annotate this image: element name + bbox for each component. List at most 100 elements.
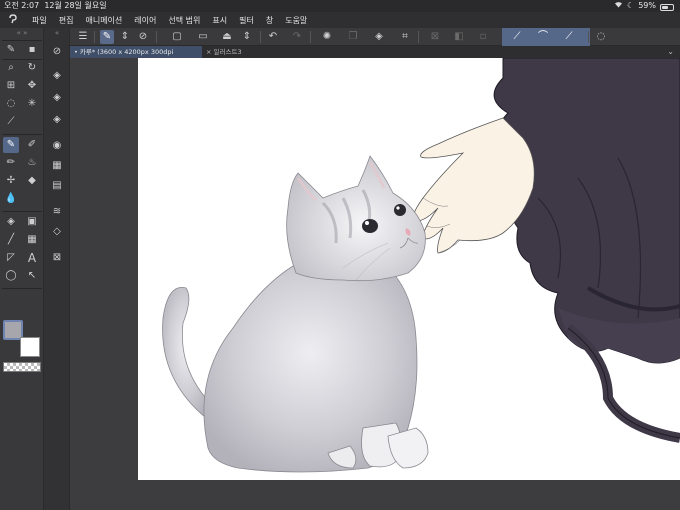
- menu-file[interactable]: 파일: [26, 15, 53, 26]
- brush-size-icon[interactable]: ▪: [24, 42, 40, 58]
- up-down-arrows-icon[interactable]: ⇕: [240, 30, 254, 44]
- menu-selection[interactable]: 선택 범위: [162, 15, 206, 26]
- hamburger-menu-icon[interactable]: ☰: [76, 30, 90, 44]
- brush-icon[interactable]: ✏: [3, 155, 19, 171]
- save-icon[interactable]: ⏏: [220, 30, 234, 44]
- menu-bar: 파일 편집 애니메이션 레이어 선택 범위 표시 필터 창 도움말: [0, 12, 680, 28]
- decoration-icon[interactable]: ✢: [3, 173, 19, 189]
- up-down-arrows-icon[interactable]: ⇕: [118, 30, 132, 44]
- status-time: 오전 2:07: [4, 1, 40, 10]
- toolbar-divider: [418, 31, 419, 43]
- toolbar-divider: [260, 31, 261, 43]
- move-layer-icon[interactable]: ⊞: [3, 78, 19, 94]
- moon-icon: ☾: [627, 1, 635, 10]
- fill-bucket-icon[interactable]: ◈: [49, 68, 65, 84]
- forbidden-icon[interactable]: ⊘: [136, 30, 150, 44]
- eraser-icon[interactable]: ◆: [24, 173, 40, 189]
- eyedropper-icon[interactable]: ⟋: [3, 114, 19, 130]
- navigator-icon[interactable]: ⊠: [49, 250, 65, 266]
- fill-bucket-icon[interactable]: ◈: [372, 30, 386, 44]
- lasso-select-icon[interactable]: ◌: [3, 96, 19, 112]
- stroke-straight-icon[interactable]: ⟋: [510, 30, 524, 44]
- battery-percent: 59%: [638, 1, 656, 10]
- menu-filter[interactable]: 필터: [233, 15, 260, 26]
- menu-edit[interactable]: 편집: [53, 15, 80, 26]
- collapse-arrows-icon[interactable]: « »: [2, 28, 42, 38]
- frame-icon[interactable]: ▦: [24, 232, 40, 248]
- loading-spinner-icon[interactable]: ✺: [320, 30, 334, 44]
- toolbar-divider: [310, 31, 311, 43]
- stroke-curve-icon[interactable]: ⌒: [536, 30, 550, 44]
- zoom-reset-icon[interactable]: ⊘: [49, 44, 65, 60]
- blend-icon[interactable]: 💧: [3, 191, 19, 207]
- panel-divider: [2, 40, 42, 41]
- wifi-icon: [614, 0, 623, 12]
- crop-icon[interactable]: ⌗: [398, 30, 412, 44]
- pen-icon[interactable]: ✎: [3, 42, 19, 58]
- menu-view[interactable]: 표시: [206, 15, 233, 26]
- color-history-icon[interactable]: ▤: [49, 178, 65, 194]
- color-wheel-icon[interactable]: ◉: [49, 138, 65, 154]
- status-time-date: 오전 2:07 12월 28일 월요일: [4, 0, 107, 12]
- copy-icon[interactable]: ❐: [346, 30, 360, 44]
- pen-tool-icon[interactable]: ✎: [3, 137, 19, 153]
- tab-document-active[interactable]: • 카루* (3600 x 4200px 300dpi 105.6%): [70, 46, 202, 68]
- gradient-icon[interactable]: ▣: [24, 214, 40, 230]
- tool-palette: « » ✎ ▪ ⌕ ↻ ⊞ ✥ ◌ ✳ ⟋ ✎ ✐ ✏ ♨ ✢ ◆ 💧 ◈ ▣ …: [0, 28, 44, 510]
- invert-selection-icon[interactable]: ◧: [452, 30, 466, 44]
- toolbar-divider: [94, 31, 95, 43]
- text-icon[interactable]: A: [24, 250, 40, 266]
- smart-help-icon[interactable]: ◌: [594, 30, 608, 44]
- panel-divider: [2, 288, 42, 289]
- undo-icon[interactable]: ↶: [266, 30, 280, 44]
- clear-selection-icon[interactable]: ⊠: [428, 30, 442, 44]
- new-file-icon[interactable]: ▢: [170, 30, 184, 44]
- sub-color-swatch[interactable]: [20, 337, 40, 357]
- document-tab-bar: • 카루* (3600 x 4200px 300dpi 105.6%) × 일러…: [70, 46, 680, 68]
- rotate-icon[interactable]: ↻: [24, 60, 40, 76]
- magic-wand-icon[interactable]: ✳: [24, 96, 40, 112]
- color-set-icon[interactable]: ▦: [49, 158, 65, 174]
- quick-access-icon[interactable]: ✎: [100, 30, 114, 44]
- menu-layer[interactable]: 레이어: [128, 15, 162, 26]
- drawing-canvas[interactable]: [138, 58, 680, 480]
- balloon-icon[interactable]: ◯: [3, 268, 19, 284]
- fill-icon[interactable]: ◈: [3, 214, 19, 230]
- airbrush-icon[interactable]: ♨: [24, 155, 40, 171]
- menu-help[interactable]: 도움말: [279, 15, 313, 26]
- redo-icon[interactable]: ↷: [290, 30, 304, 44]
- battery-icon: [660, 3, 674, 11]
- transparent-color-swatch[interactable]: [3, 362, 41, 372]
- tab-label: 일러스트3: [213, 48, 242, 56]
- sub-tool-palette: « ⊘ ◈ ◈ ◈ ◉ ▦ ▤ ≋ ◇ ⊠: [44, 28, 70, 510]
- ruler-icon[interactable]: ◸: [3, 250, 19, 266]
- status-bar: 오전 2:07 12월 28일 월요일 ☾ 59%: [0, 0, 680, 12]
- panel-divider: [2, 211, 42, 212]
- panel-divider: [2, 134, 42, 135]
- app-logo-icon[interactable]: [0, 13, 26, 27]
- chevron-down-icon[interactable]: ⌄: [667, 46, 674, 58]
- collapse-arrows-icon[interactable]: «: [49, 28, 65, 38]
- hand-icon[interactable]: ✥: [24, 78, 40, 94]
- correct-line-icon[interactable]: ↖: [24, 268, 40, 284]
- open-folder-icon[interactable]: ▭: [196, 30, 210, 44]
- canvas-area[interactable]: [70, 58, 680, 510]
- pencil-icon[interactable]: ✐: [24, 137, 40, 153]
- artwork: [162, 58, 680, 473]
- status-date: 12월 28일 월요일: [44, 1, 107, 10]
- zoom-icon[interactable]: ⌕: [3, 60, 19, 76]
- layer-property-icon[interactable]: ≋: [49, 204, 65, 220]
- layers-icon[interactable]: ◇: [49, 224, 65, 240]
- stroke-taper-icon[interactable]: ⟋: [562, 30, 576, 44]
- command-bar: ☰ ✎ ⇕ ⊘ ▢ ▭ ⏏ ⇕ ↶ ↷ ✺ ❐ ◈ ⌗ ⊠ ◧ ▫ ⟋ ⌒ ⟋ …: [70, 28, 680, 46]
- close-icon[interactable]: ×: [206, 48, 211, 56]
- menu-window[interactable]: 창: [260, 15, 279, 26]
- selection-box-icon[interactable]: ▫: [476, 30, 490, 44]
- menu-animation[interactable]: 애니메이션: [79, 15, 128, 26]
- tab-document[interactable]: × 일러스트3: [202, 46, 282, 58]
- fill-bucket-icon[interactable]: ◈: [49, 112, 65, 128]
- figure-icon[interactable]: ╱: [3, 232, 19, 248]
- close-icon[interactable]: •: [74, 48, 78, 56]
- toolbar-divider: [156, 31, 157, 43]
- fill-bucket-icon[interactable]: ◈: [49, 90, 65, 106]
